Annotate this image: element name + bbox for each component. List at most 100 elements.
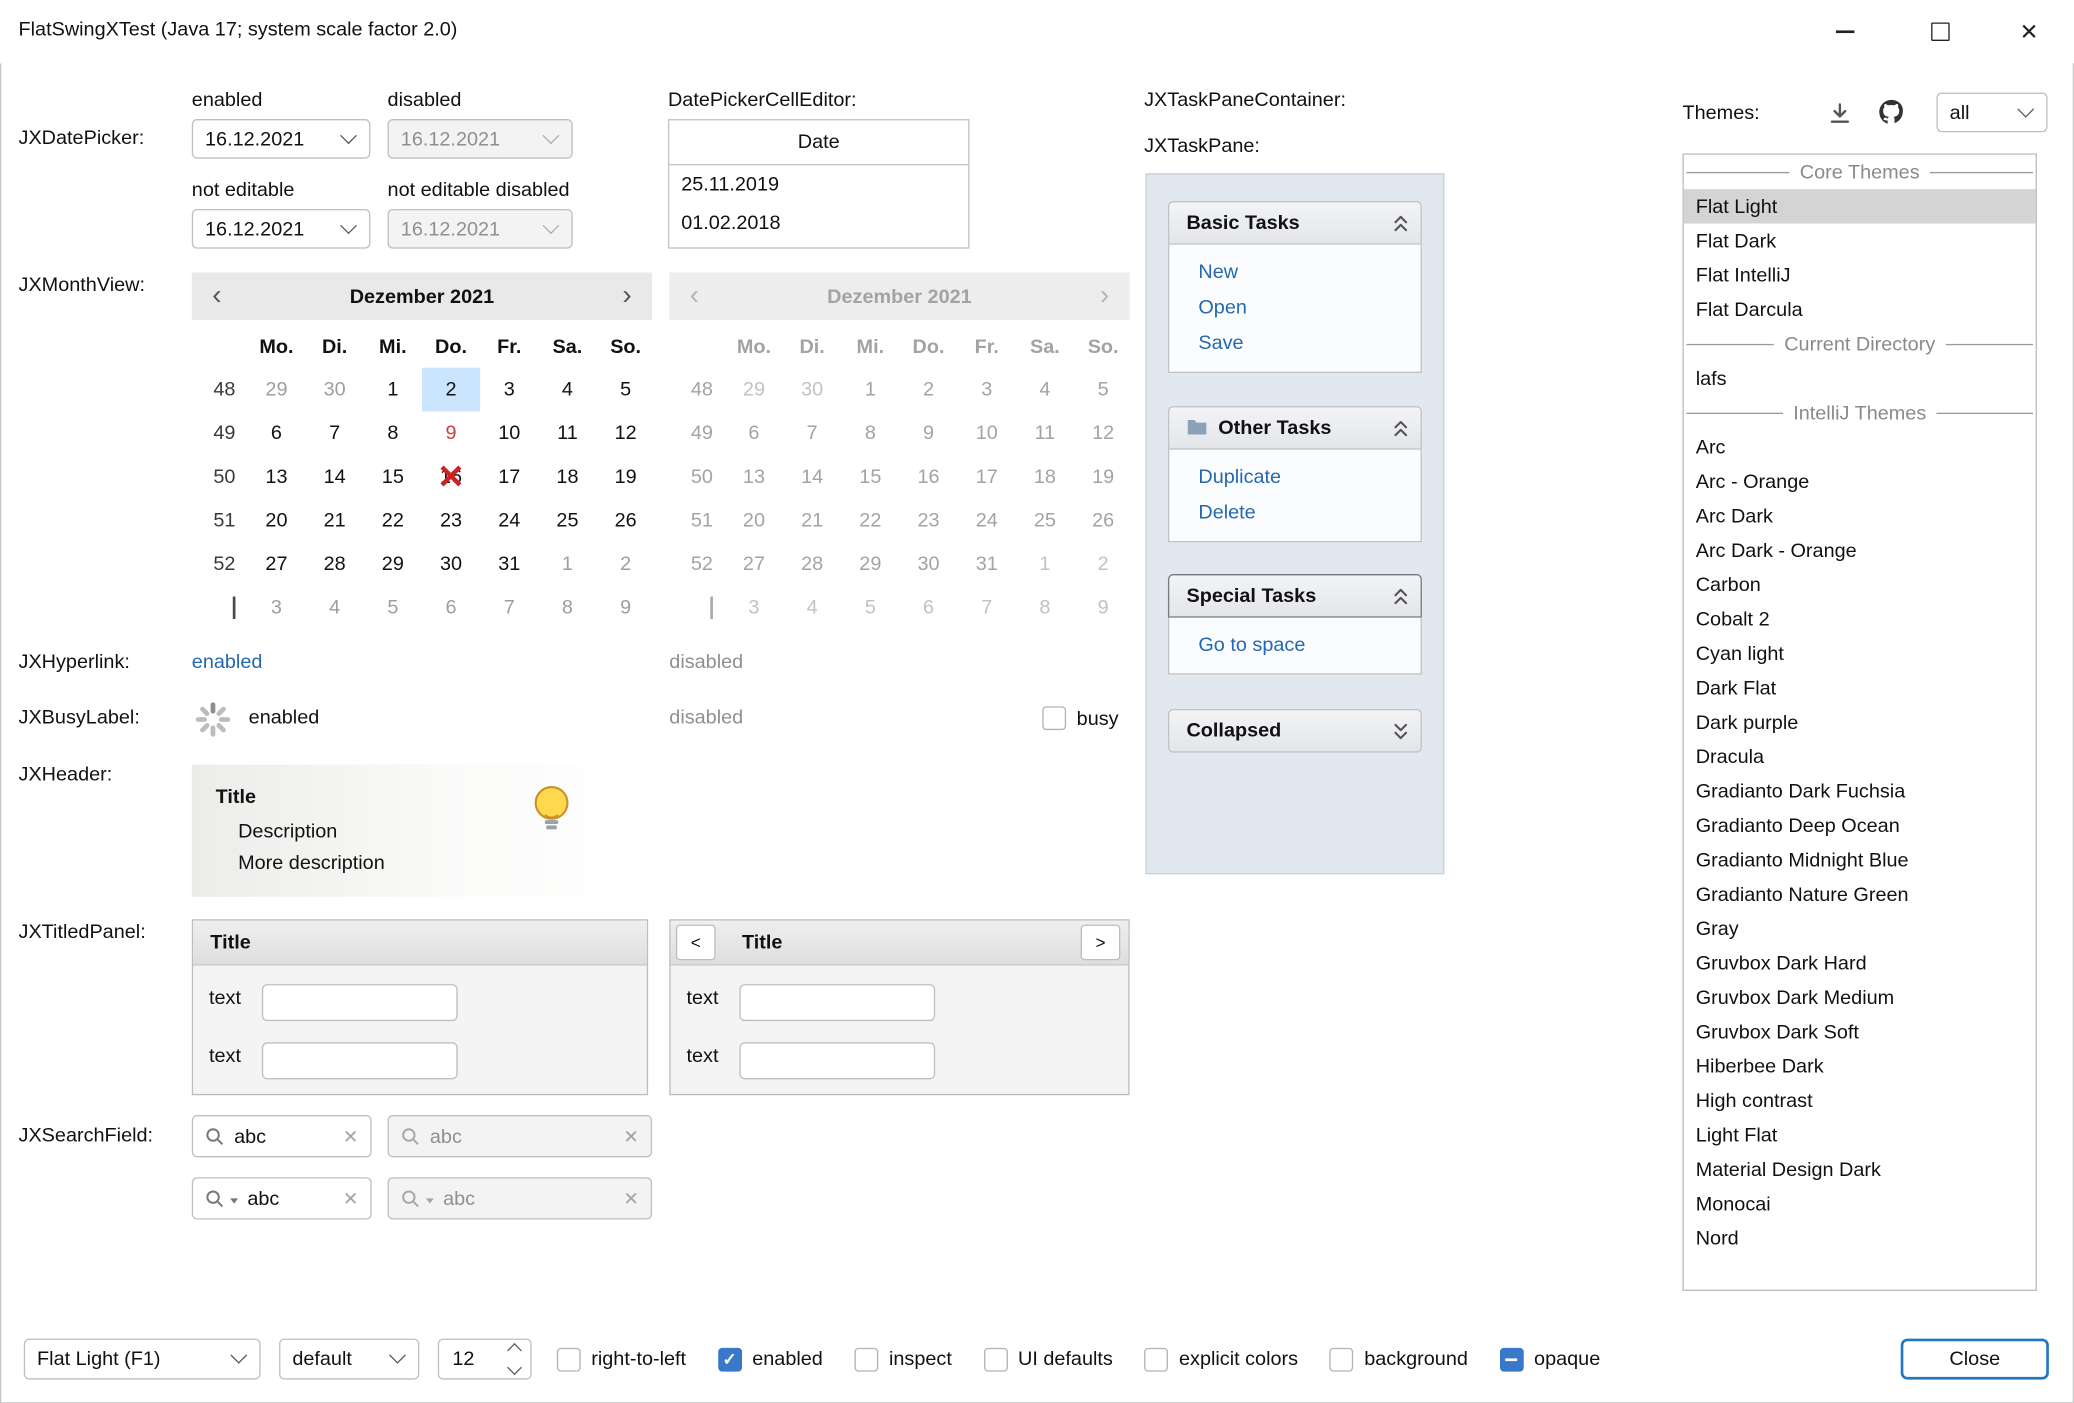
theme-item[interactable]: Flat IntelliJ — [1684, 258, 2036, 292]
day-cell[interactable]: 31 — [480, 542, 538, 586]
theme-item[interactable]: Light Flat — [1684, 1118, 2036, 1152]
theme-item[interactable]: Flat Dark — [1684, 224, 2036, 258]
checkbox-opaque[interactable]: opaque — [1500, 1347, 1601, 1371]
taskpane-link[interactable]: Delete — [1198, 501, 1420, 523]
datepicker-not-editable[interactable]: 16.12.2021 — [192, 209, 371, 249]
theme-item[interactable]: Monocai — [1684, 1186, 2036, 1220]
theme-item[interactable]: lafs — [1684, 361, 2036, 395]
day-cell[interactable]: 25 — [538, 499, 596, 543]
day-cell[interactable]: 20 — [247, 499, 305, 543]
checkbox-explicit-colors[interactable]: explicit colors — [1145, 1347, 1298, 1371]
chevron-down-icon[interactable] — [230, 1198, 238, 1207]
day-cell[interactable]: 6 — [422, 586, 480, 630]
theme-item[interactable]: Cyan light — [1684, 636, 2036, 670]
chevron-down-icon[interactable] — [340, 127, 357, 144]
taskpane-link[interactable]: New — [1198, 261, 1420, 283]
day-cell[interactable]: 8 — [538, 586, 596, 630]
day-cell[interactable]: 4 — [538, 368, 596, 412]
theme-item[interactable]: Arc — [1684, 430, 2036, 464]
table-column-header[interactable]: Date — [669, 120, 968, 165]
theme-item[interactable]: Gruvbox Dark Medium — [1684, 980, 2036, 1014]
maximize-button[interactable] — [1902, 0, 1979, 63]
day-cell[interactable]: 8 — [364, 411, 422, 455]
taskpane-link[interactable]: Open — [1198, 296, 1420, 318]
day-cell[interactable]: 27 — [247, 542, 305, 586]
day-cell[interactable]: 6 — [247, 411, 305, 455]
download-button[interactable] — [1823, 97, 1857, 131]
day-cell[interactable]: 14 — [306, 455, 364, 499]
theme-item[interactable]: Dark purple — [1684, 705, 2036, 739]
themes-list[interactable]: Core ThemesFlat LightFlat DarkFlat Intel… — [1682, 153, 2036, 1291]
taskpane-link[interactable]: Go to space — [1198, 634, 1420, 656]
day-cell[interactable]: 11 — [538, 411, 596, 455]
day-cell[interactable]: 12 — [597, 411, 655, 455]
theme-item[interactable]: Arc - Orange — [1684, 464, 2036, 498]
text-field[interactable] — [262, 984, 458, 1021]
taskpane-header[interactable]: Special Tasks — [1168, 574, 1422, 618]
theme-item[interactable]: Material Design Dark — [1684, 1152, 2036, 1186]
clear-icon[interactable]: ✕ — [343, 1187, 359, 1209]
day-cell[interactable]: 15 — [364, 455, 422, 499]
theme-item[interactable]: Gray — [1684, 911, 2036, 945]
theme-item[interactable]: Nord — [1684, 1221, 2036, 1255]
day-cell[interactable]: 21 — [306, 499, 364, 543]
day-cell[interactable]: 18 — [538, 455, 596, 499]
theme-item[interactable]: High contrast — [1684, 1083, 2036, 1117]
taskpane-link[interactable]: Save — [1198, 332, 1420, 354]
prev-button[interactable]: < — [676, 925, 716, 961]
theme-item[interactable]: Hiberbee Dark — [1684, 1049, 2036, 1083]
day-cell[interactable]: 30 — [306, 368, 364, 412]
font-size-spinner[interactable]: 12 — [438, 1339, 532, 1380]
github-button[interactable] — [1873, 94, 1910, 131]
taskpane-header[interactable]: Collapsed — [1168, 709, 1422, 753]
day-cell[interactable]: 26 — [597, 499, 655, 543]
themes-filter-combobox[interactable]: all — [1936, 93, 2047, 133]
day-cell[interactable]: 1 — [538, 542, 596, 586]
collapse-icon[interactable] — [1393, 419, 1409, 438]
theme-item[interactable]: Cobalt 2 — [1684, 602, 2036, 636]
taskpane-header[interactable]: Basic Tasks — [1168, 201, 1422, 245]
font-combobox[interactable]: default — [279, 1339, 419, 1380]
day-cell[interactable]: 30 — [422, 542, 480, 586]
text-field[interactable] — [262, 1042, 458, 1079]
theme-item[interactable]: Gradianto Deep Ocean — [1684, 808, 2036, 842]
collapse-icon[interactable] — [1393, 587, 1409, 606]
expand-icon[interactable] — [1393, 722, 1409, 741]
searchfield-enabled[interactable]: abc ✕ — [192, 1115, 372, 1157]
day-cell[interactable]: 5 — [597, 368, 655, 412]
day-cell[interactable]: 16✕ — [422, 455, 480, 499]
next-month-button[interactable]: › — [602, 280, 652, 312]
spinner-arrows[interactable] — [509, 1345, 520, 1373]
theme-item[interactable]: Gruvbox Dark Hard — [1684, 946, 2036, 980]
hyperlink-enabled[interactable]: enabled — [192, 651, 263, 673]
day-cell[interactable]: 10 — [480, 411, 538, 455]
day-cell[interactable]: 29 — [247, 368, 305, 412]
searchfield-menu-enabled[interactable]: abc ✕ — [192, 1177, 372, 1219]
day-cell[interactable]: 19 — [597, 455, 655, 499]
table-row[interactable]: 25.11.2019 — [669, 165, 968, 203]
theme-item[interactable]: Dracula — [1684, 739, 2036, 773]
day-cell[interactable]: 9 — [422, 411, 480, 455]
theme-item[interactable]: Arc Dark — [1684, 499, 2036, 533]
day-cell[interactable]: 2 — [597, 542, 655, 586]
theme-item[interactable]: Gruvbox Dark Soft — [1684, 1015, 2036, 1049]
theme-item[interactable]: Carbon — [1684, 567, 2036, 601]
minimize-button[interactable] — [1807, 0, 1884, 63]
text-field[interactable] — [739, 1042, 935, 1079]
taskpane-header[interactable]: Other Tasks — [1168, 406, 1422, 450]
theme-item[interactable]: Flat Light — [1684, 189, 2036, 223]
checkbox-right-to-left[interactable]: right-to-left — [557, 1347, 686, 1371]
day-cell[interactable]: 1 — [364, 368, 422, 412]
day-cell[interactable]: 24 — [480, 499, 538, 543]
datepicker-enabled[interactable]: 16.12.2021 — [192, 119, 371, 159]
clear-icon[interactable]: ✕ — [343, 1125, 359, 1147]
day-cell[interactable]: 5 — [364, 586, 422, 630]
day-cell[interactable]: 3 — [247, 586, 305, 630]
theme-item[interactable]: Gradianto Midnight Blue — [1684, 843, 2036, 877]
theme-item[interactable]: Arc Dark - Orange — [1684, 533, 2036, 567]
close-window-button[interactable]: ✕ — [1991, 0, 2068, 63]
day-cell[interactable]: 7 — [480, 586, 538, 630]
chevron-down-icon[interactable] — [340, 217, 357, 234]
day-cell[interactable]: 29 — [364, 542, 422, 586]
day-cell[interactable]: 13 — [247, 455, 305, 499]
